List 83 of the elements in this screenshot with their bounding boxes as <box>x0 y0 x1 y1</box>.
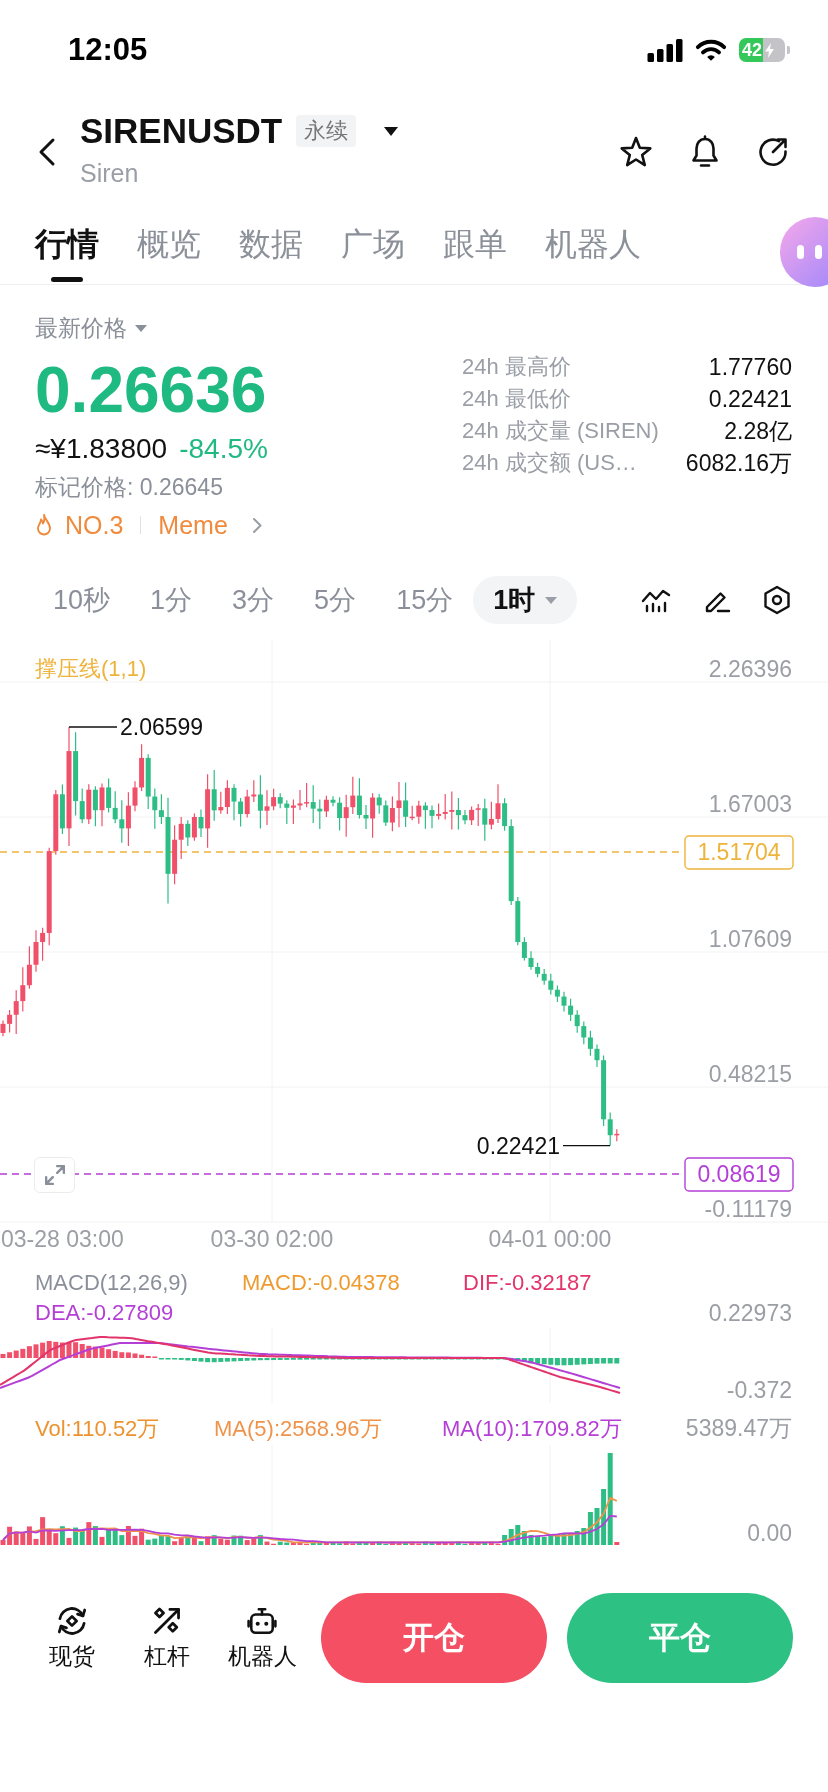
ma10-value: MA(10):1709.82万 <box>442 1414 623 1443</box>
support-price-tag: 0.08619 <box>684 1157 794 1192</box>
stat-label: 24h 成交额 (US… <box>462 449 637 477</box>
back-icon[interactable] <box>38 137 56 167</box>
bell-icon[interactable] <box>690 135 720 169</box>
price-axis-label: 0.48215 <box>708 1061 792 1087</box>
bolt-icon <box>765 42 775 58</box>
high-price-label: 2.06599 <box>120 714 204 740</box>
stat-value: 6082.16万 <box>685 448 792 478</box>
price-axis-label: -0.11179 <box>704 1196 792 1222</box>
resistance-price-tag: 1.51704 <box>684 835 794 870</box>
price-axis-label: 2.26396 <box>708 656 792 682</box>
floating-assistant-icon[interactable] <box>780 217 828 287</box>
star-icon[interactable] <box>619 136 653 168</box>
time-axis-label: 04-01 00:00 <box>488 1226 612 1252</box>
leader-line <box>68 726 118 728</box>
rank-label: NO.3 <box>65 510 124 540</box>
signal-icon <box>647 38 683 62</box>
price-axis-label: 1.67003 <box>708 791 792 817</box>
dea-value: DEA:-0.27809 <box>35 1300 175 1326</box>
battery-percentage: 42 <box>742 41 763 59</box>
time-axis-label: 03-30 02:00 <box>210 1226 334 1252</box>
nav-tab[interactable]: 跟单 <box>443 204 507 284</box>
interval-tab[interactable]: 10秒 <box>33 576 131 624</box>
volume-value: Vol:110.52万 <box>35 1414 161 1443</box>
volume-axis-label: 5389.47万 <box>685 1414 792 1443</box>
interval-tab[interactable]: 1时 <box>473 576 578 624</box>
leader-line <box>562 1144 611 1147</box>
macd-value: MACD:-0.04378 <box>242 1270 401 1296</box>
bottom-nav-item[interactable]: 杠杆 <box>121 1606 213 1670</box>
pair-symbol: SIRENUSDT <box>80 110 283 152</box>
expand-icon <box>44 1165 65 1185</box>
contract-type-tag: 永续 <box>296 115 357 147</box>
fullscreen-button[interactable] <box>34 1157 75 1193</box>
stat-label: 24h 最高价 <box>462 353 571 381</box>
flame-icon <box>35 514 53 536</box>
caret-icon[interactable] <box>384 126 399 136</box>
interval-tab[interactable]: 5分 <box>294 576 377 624</box>
line-chart-icon[interactable] <box>641 587 671 613</box>
price-axis-label: 1.07609 <box>708 926 792 952</box>
stat-value: 0.22421 <box>708 385 792 413</box>
interval-tab[interactable]: 1分 <box>130 576 213 624</box>
pair-name: Siren <box>80 158 140 189</box>
refresh-icon[interactable] <box>757 136 789 168</box>
nav-tab[interactable]: 数据 <box>239 204 303 284</box>
stat-label: 24h 成交量 (SIREN) <box>462 417 659 445</box>
percent-arrow-icon <box>152 1606 182 1636</box>
bottom-nav-item[interactable]: 现货 <box>26 1606 118 1670</box>
time-axis-label: 03-28 03:00 <box>1 1226 124 1252</box>
ma5-value: MA(5):2568.96万 <box>214 1414 383 1443</box>
caret-icon <box>545 596 558 604</box>
close-position-button[interactable]: 平仓 <box>567 1593 793 1683</box>
status-time: 12:05 <box>68 32 148 68</box>
price-change: -84.5% <box>179 433 268 465</box>
macd-title: MACD(12,26,9) <box>35 1270 189 1296</box>
circular-arrows-diamond-icon <box>57 1606 87 1636</box>
last-price: 0.26636 <box>35 354 268 426</box>
nav-tab[interactable]: 机器人 <box>545 204 641 284</box>
price-type-dropdown[interactable]: 最新价格 <box>35 313 147 343</box>
volume-axis-label: 0.00 <box>747 1520 792 1546</box>
stat-label: 24h 最低价 <box>462 385 571 413</box>
interval-tab[interactable]: 3分 <box>212 576 295 624</box>
low-price-label: 0.22421 <box>476 1132 560 1159</box>
bottom-nav-item[interactable]: 机器人 <box>216 1606 308 1670</box>
nav-tab[interactable]: 广场 <box>341 204 405 284</box>
mark-price: 标记价格: 0.26645 <box>35 473 224 502</box>
open-position-button[interactable]: 开仓 <box>321 1593 547 1683</box>
nav-tab[interactable]: 行情 <box>35 204 99 284</box>
chevron-right-icon[interactable] <box>251 516 262 534</box>
stat-value: 1.77760 <box>708 353 792 381</box>
dif-value: DIF:-0.32187 <box>463 1270 593 1296</box>
caret-icon <box>135 324 147 332</box>
wifi-icon <box>695 39 727 61</box>
interval-tab[interactable]: 15分 <box>376 576 474 624</box>
robot-icon <box>247 1606 277 1636</box>
stat-value: 2.28亿 <box>724 416 792 446</box>
cny-price: ≈¥1.83800 <box>35 433 168 465</box>
macd-axis-label: -0.372 <box>726 1377 792 1403</box>
nav-tab[interactable]: 概览 <box>137 204 201 284</box>
indicator-label: 撑压线(1,1) <box>35 656 147 681</box>
category-link[interactable]: Meme <box>158 510 228 540</box>
macd-axis-label: 0.22973 <box>708 1299 792 1327</box>
settings-icon[interactable] <box>763 585 791 615</box>
